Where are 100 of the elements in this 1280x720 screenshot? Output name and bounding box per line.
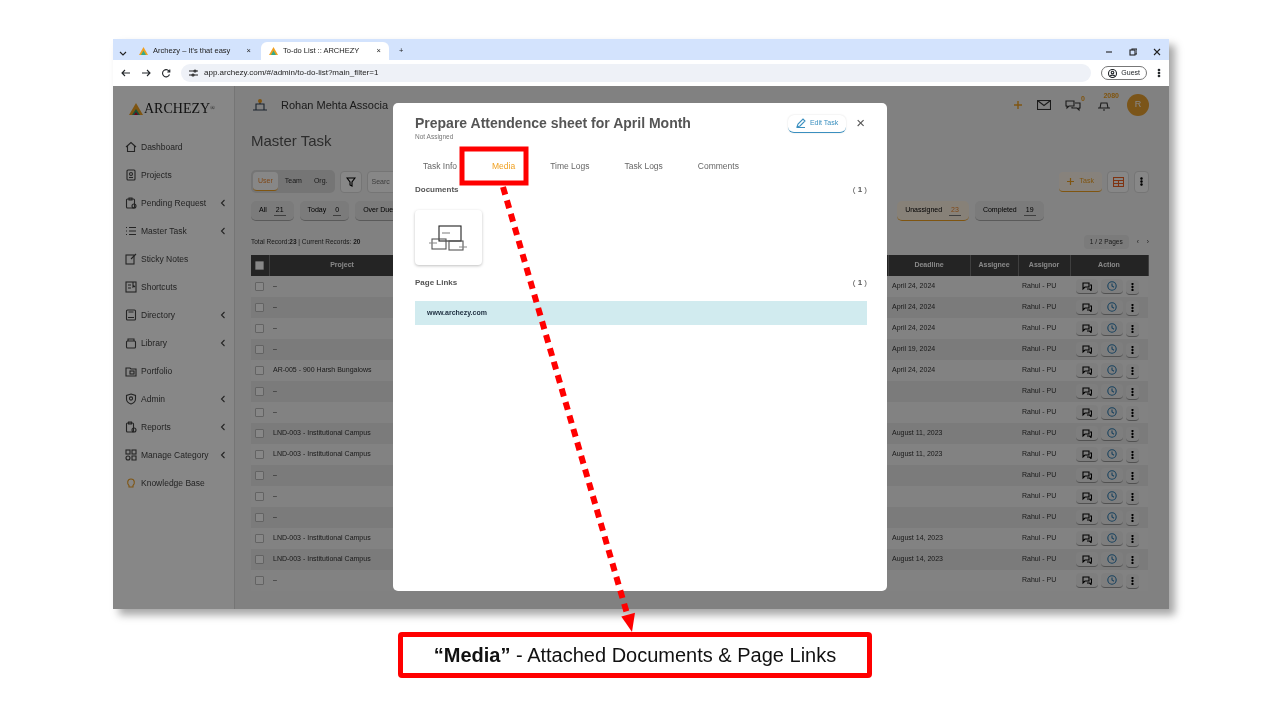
sidebar-item[interactable]: Dashboard <box>121 133 226 161</box>
clipboard-chart-icon <box>125 421 137 433</box>
chat-bubbles-icon <box>1082 554 1092 564</box>
comment-button[interactable] <box>1076 573 1098 588</box>
pencil-icon <box>795 118 806 129</box>
document-thumbnail[interactable] <box>415 210 482 266</box>
forward-arrow-icon[interactable] <box>141 68 151 78</box>
restore-icon[interactable] <box>1129 48 1137 56</box>
plus-icon <box>1066 177 1074 185</box>
more-options-button[interactable] <box>1126 531 1139 547</box>
comment-button[interactable] <box>1076 405 1098 420</box>
back-arrow-icon[interactable] <box>121 68 131 78</box>
row-checkbox[interactable] <box>255 323 264 333</box>
kebab-menu-icon <box>1131 450 1134 459</box>
row-checkbox[interactable] <box>255 491 264 501</box>
clock-icon <box>1107 364 1117 375</box>
comment-button[interactable] <box>1076 321 1098 336</box>
comment-button[interactable] <box>1076 363 1098 378</box>
document-count: ( 1 ) <box>852 184 867 197</box>
dialog-tab[interactable]: Task Logs <box>616 155 671 177</box>
row-checkbox[interactable] <box>255 281 264 291</box>
kebab-menu-icon <box>1131 303 1134 312</box>
more-options-button[interactable] <box>1126 279 1139 295</box>
list-icon <box>125 225 137 237</box>
kebab-menu-icon <box>1131 492 1134 501</box>
dialog-tab[interactable]: Task Info <box>415 155 466 177</box>
more-options-button[interactable] <box>1126 405 1139 421</box>
row-checkbox[interactable] <box>255 386 264 396</box>
filter-button[interactable] <box>339 170 362 193</box>
sidebar-item[interactable]: Master Task <box>121 217 226 245</box>
row-checkbox[interactable] <box>255 344 264 354</box>
sidebar-item[interactable]: Projects <box>121 161 226 189</box>
clock-icon <box>1107 469 1117 480</box>
table-view-button[interactable] <box>1107 170 1129 193</box>
clock-icon <box>1107 406 1117 417</box>
document-icon <box>125 169 137 181</box>
select-all-checkbox[interactable] <box>255 260 265 270</box>
more-options-button[interactable] <box>1126 447 1139 463</box>
chat-bubbles-icon <box>1082 491 1092 501</box>
address-bar[interactable]: app.archezy.com/#/admin/to-do-list?main_filter=1 <box>181 64 1092 82</box>
row-checkbox[interactable] <box>255 554 264 564</box>
mail-icon[interactable] <box>1037 100 1051 110</box>
kebab-menu-icon <box>1131 513 1134 522</box>
row-checkbox[interactable] <box>255 407 264 417</box>
row-checkbox[interactable] <box>255 449 264 459</box>
section-heading: Documents <box>415 184 459 197</box>
sidebar-item[interactable]: Reports <box>121 413 226 441</box>
chat-bubbles-icon <box>1082 323 1092 333</box>
comment-button[interactable] <box>1076 489 1098 504</box>
sidebar-item[interactable]: Manage Category <box>121 441 226 469</box>
chat-bubbles-icon[interactable] <box>1065 98 1081 112</box>
site-settings-icon[interactable] <box>189 69 198 77</box>
more-options-button[interactable] <box>1126 573 1139 589</box>
devices-drawing <box>428 224 469 251</box>
sidebar-item[interactable]: Pending Request <box>121 189 226 217</box>
close-icon[interactable] <box>1153 48 1161 56</box>
edit-icon <box>125 253 137 265</box>
sidebar-item[interactable]: Directory <box>121 301 226 329</box>
sidebar-item[interactable]: Sticky Notes <box>121 245 226 273</box>
sidebar-item[interactable]: Portfolio <box>121 357 226 385</box>
clock-icon <box>1107 343 1117 354</box>
clock-icon <box>1107 427 1117 438</box>
reload-icon[interactable] <box>161 68 171 78</box>
chat-bubbles-icon <box>1082 365 1092 375</box>
more-options-button[interactable] <box>1126 363 1139 379</box>
caption-text: “Media” - Attached Documents & Page Links <box>433 643 837 668</box>
row-checkbox[interactable] <box>255 302 264 312</box>
minimize-icon[interactable] <box>1105 48 1113 56</box>
lightbulb-icon <box>125 477 137 489</box>
comment-button[interactable] <box>1076 447 1098 462</box>
comment-button[interactable] <box>1076 279 1098 294</box>
row-checkbox[interactable] <box>255 428 264 438</box>
dialog-tab[interactable]: Comments <box>689 155 747 177</box>
dialog-tab[interactable]: Time Logs <box>542 155 598 177</box>
chat-bubbles-icon <box>1082 281 1092 291</box>
more-options-button[interactable] <box>1126 489 1139 505</box>
link-count: ( 1 ) <box>852 277 867 290</box>
person-icon <box>1108 68 1118 78</box>
row-checkbox[interactable] <box>255 533 264 543</box>
clock-icon <box>1107 511 1117 522</box>
row-checkbox[interactable] <box>255 512 264 522</box>
folder-icon <box>125 365 137 377</box>
funnel-icon <box>345 176 356 187</box>
category-grid-icon <box>125 449 137 461</box>
kebab-menu-icon <box>1131 471 1134 480</box>
comment-button[interactable] <box>1076 531 1098 546</box>
sidebar-item[interactable]: Knowledge Base <box>121 469 226 497</box>
kebab-menu-icon[interactable] <box>1157 68 1161 78</box>
table-icon <box>1112 176 1124 187</box>
more-options-button[interactable] <box>1126 321 1139 337</box>
sidebar-item[interactable]: Library <box>121 329 226 357</box>
row-checkbox[interactable] <box>255 365 264 375</box>
kebab-menu-icon <box>1131 345 1134 354</box>
chat-bubbles-icon <box>1082 344 1092 354</box>
row-checkbox[interactable] <box>255 470 264 480</box>
sidebar-item[interactable]: Admin <box>121 385 226 413</box>
sidebar-item[interactable]: Shortcuts <box>121 273 226 301</box>
row-checkbox[interactable] <box>255 575 264 585</box>
logo-icon <box>269 47 278 55</box>
close-button[interactable]: × <box>854 115 867 130</box>
